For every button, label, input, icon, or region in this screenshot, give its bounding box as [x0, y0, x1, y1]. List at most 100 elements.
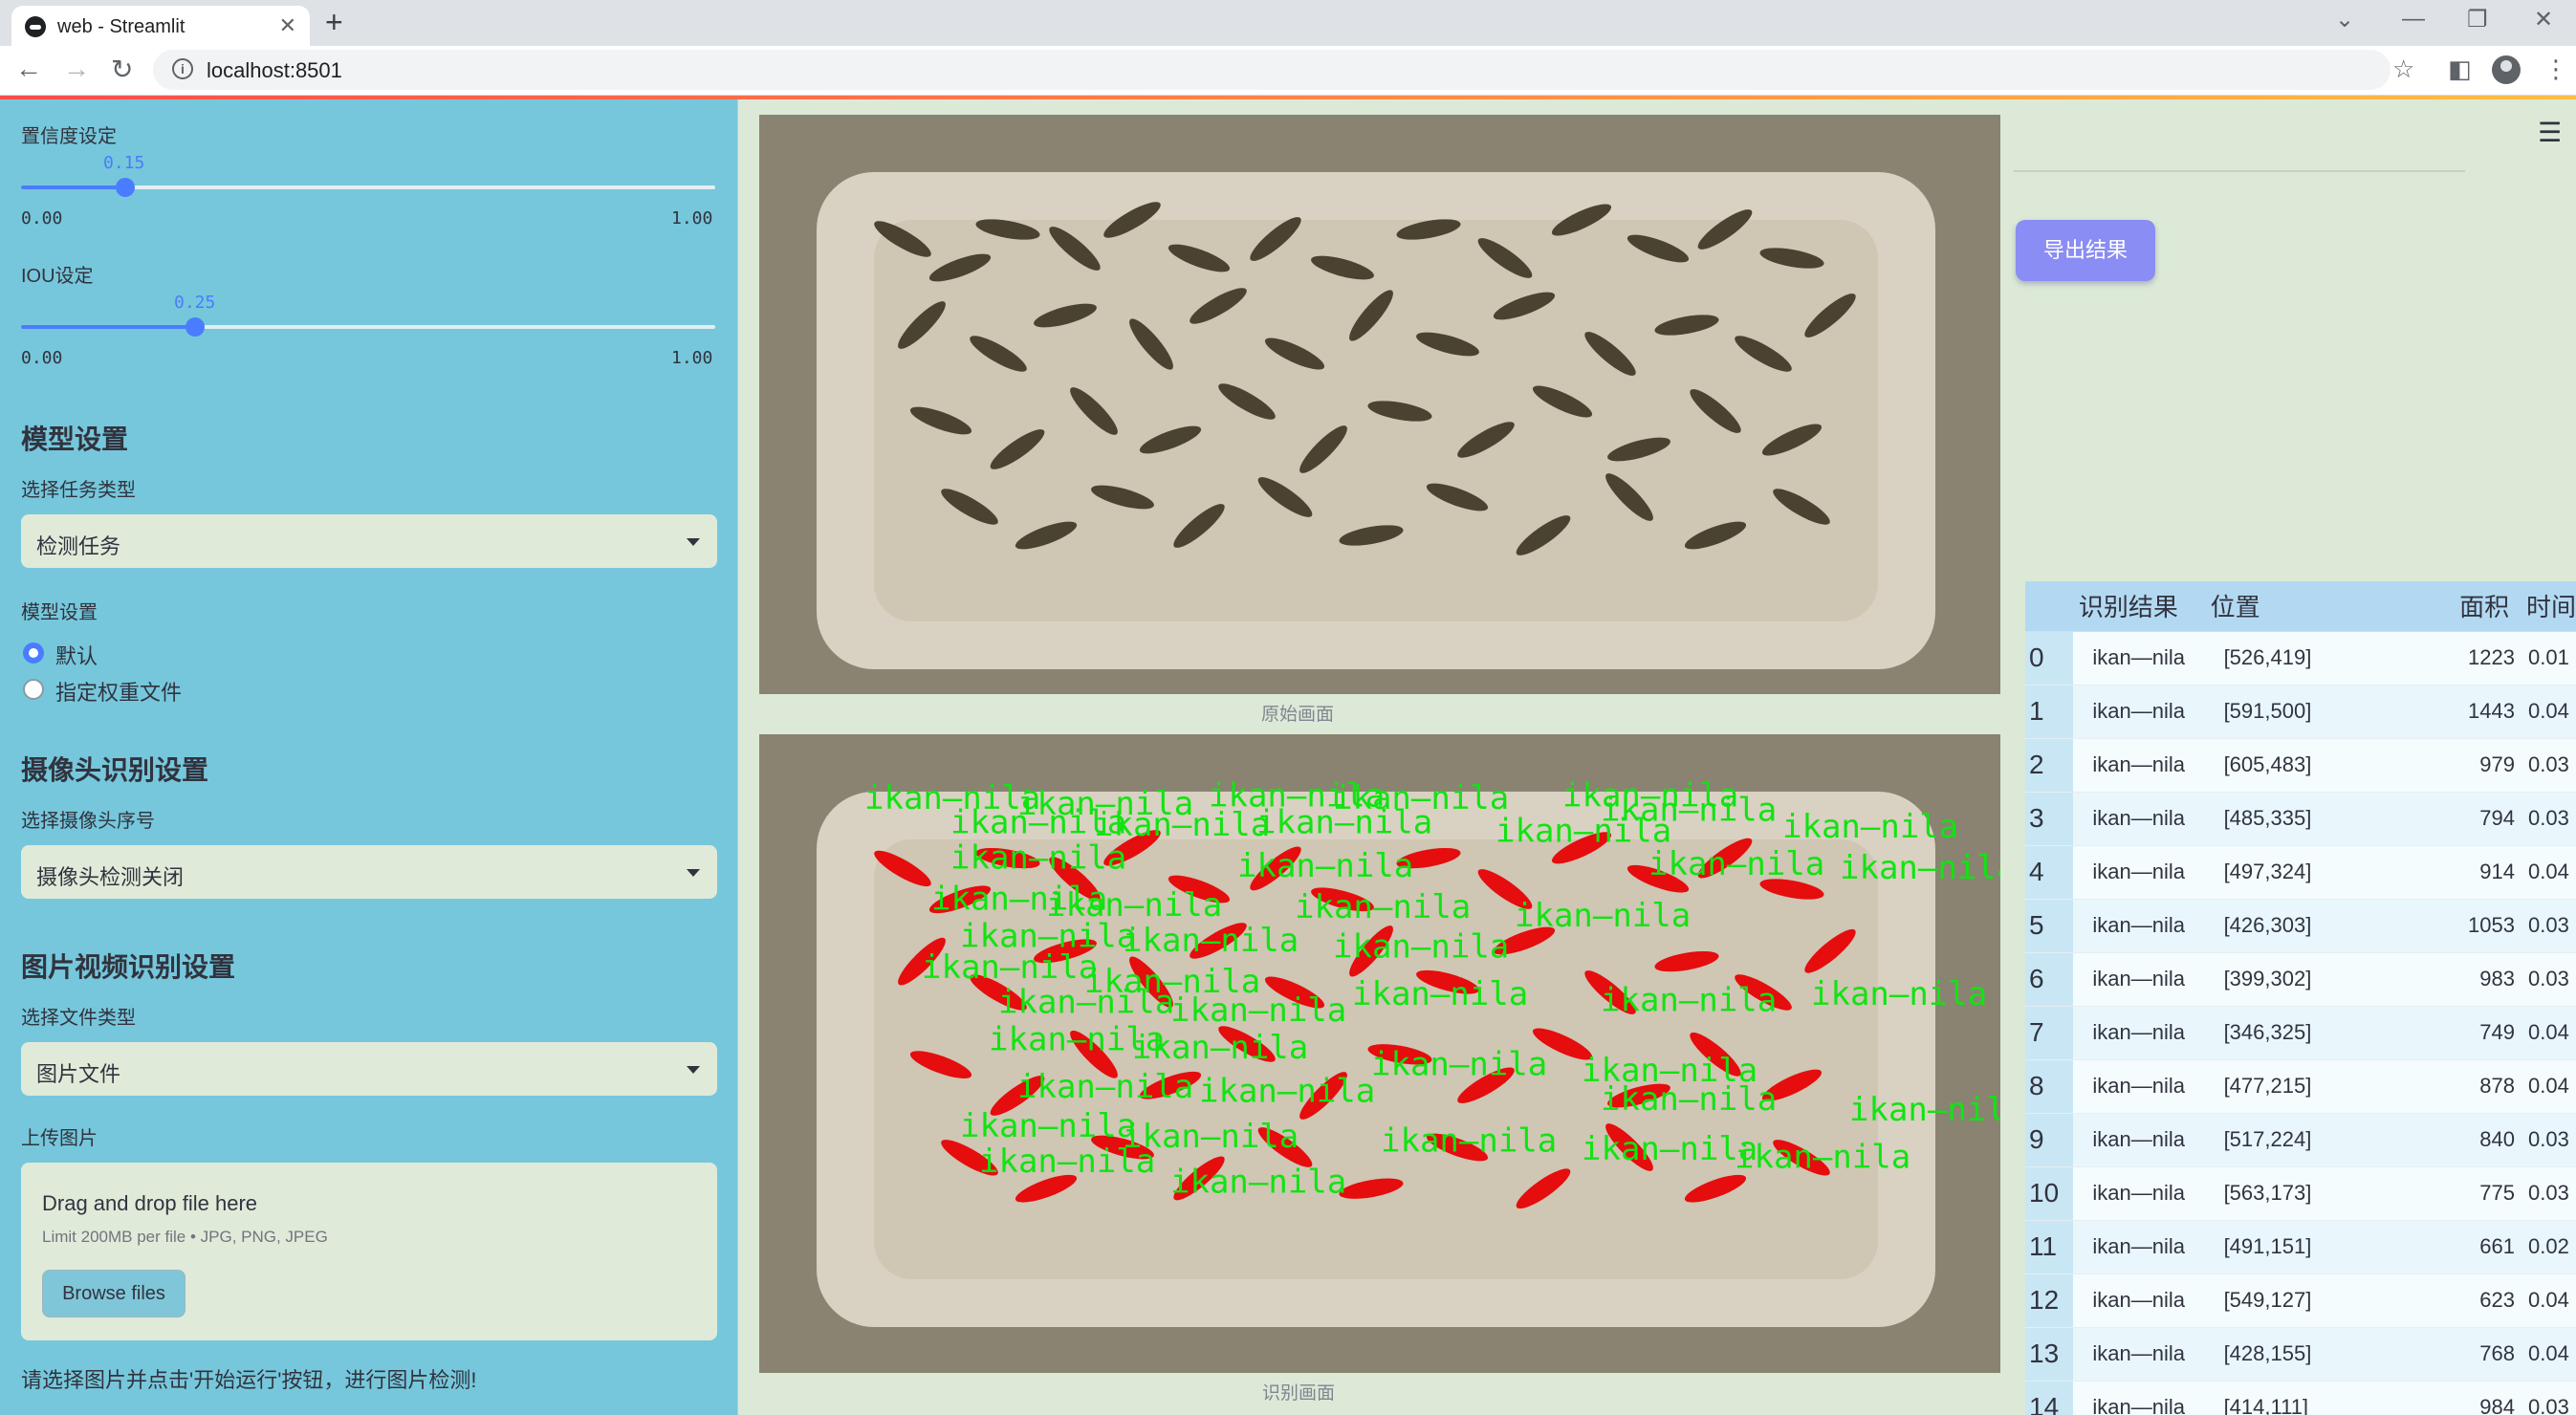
- export-results-button[interactable]: 导出结果: [2016, 220, 2155, 281]
- table-row[interactable]: 5 ikan—nila [426,303] 1053 0.03: [2025, 899, 2576, 953]
- detection-label: ikan—nila: [950, 838, 1126, 877]
- row-area: 914: [2454, 845, 2521, 900]
- radio-default[interactable]: [23, 642, 44, 664]
- confidence-slider-thumb[interactable]: [116, 178, 135, 197]
- restore-icon[interactable]: ❐: [2467, 6, 2488, 33]
- table-row[interactable]: 3 ikan—nila [485,335] 794 0.03: [2025, 792, 2576, 846]
- chevron-down-icon: [687, 869, 700, 877]
- row-time: 0.03: [2520, 1113, 2576, 1167]
- side-panel-icon[interactable]: ◧: [2448, 54, 2472, 84]
- window-close-icon[interactable]: ✕: [2534, 6, 2553, 33]
- row-time: 0.04: [2520, 1327, 2576, 1382]
- position-col-header[interactable]: 位置: [2204, 581, 2455, 632]
- area-col-header[interactable]: 面积: [2454, 581, 2521, 632]
- result-caption: 识别画面: [1262, 1383, 1336, 1404]
- main-area: 原始画面 ikan—nila ikan—nila ikan—nila ikan—nil…: [738, 99, 2576, 1415]
- detection-label: ikan—nila: [1371, 1045, 1547, 1083]
- row-class: ikan—nila: [2072, 1381, 2205, 1415]
- table-row[interactable]: 6 ikan—nila [399,302] 983 0.03: [2025, 952, 2576, 1007]
- new-tab-icon[interactable]: +: [325, 5, 343, 40]
- iou-value: 0.25: [174, 293, 216, 313]
- site-info-icon[interactable]: i: [172, 58, 193, 79]
- row-class: ikan—nila: [2072, 792, 2205, 846]
- camera-index-value: 摄像头检测关闭: [36, 865, 185, 889]
- table-row[interactable]: 8 ikan—nila [477,215] 878 0.04: [2025, 1059, 2576, 1114]
- table-row[interactable]: 0 ikan—nila [526,419] 1223 0.01: [2025, 631, 2576, 686]
- table-row[interactable]: 4 ikan—nila [497,324] 914 0.04: [2025, 845, 2576, 900]
- detection-label: ikan—nila: [1840, 849, 2000, 887]
- detection-label: ikan—nila: [1256, 804, 1432, 842]
- media-section-header: 图片视频识别设置: [21, 952, 236, 982]
- table-row[interactable]: 7 ikan—nila [346,325] 749 0.04: [2025, 1006, 2576, 1060]
- row-index: 7: [2025, 1006, 2073, 1060]
- browse-files-button[interactable]: Browse files: [42, 1270, 186, 1317]
- row-area: 983: [2454, 952, 2521, 1007]
- detection-label: ikan—nila: [1601, 1080, 1777, 1119]
- forward-arrow-icon[interactable]: →: [63, 54, 90, 84]
- iou-min: 0.00: [21, 348, 63, 368]
- instruction-text: 请选择图片并点击'开始运行'按钮，进行图片检测!: [21, 1368, 477, 1392]
- browser-tab[interactable]: web - Streamlit ✕: [11, 6, 310, 46]
- row-index: 4: [2025, 845, 2073, 900]
- radio-default-label: 默认: [55, 644, 98, 668]
- table-row[interactable]: 10 ikan—nila [563,173] 775 0.03: [2025, 1166, 2576, 1221]
- table-row[interactable]: 11 ikan—nila [491,151] 661 0.02: [2025, 1220, 2576, 1274]
- detection-label: ikan—nila: [1601, 981, 1777, 1019]
- browser-menu-icon[interactable]: ⋮: [2543, 54, 2568, 84]
- tab-close-icon[interactable]: ✕: [279, 13, 296, 38]
- results-table[interactable]: 识别结果 位置 面积 时间 0 ikan—nila [526,419] 1223 0.01 1 i…: [2025, 581, 2576, 1415]
- row-position: [485,335]: [2204, 792, 2455, 846]
- row-time: 0.03: [2520, 792, 2576, 846]
- iou-slider[interactable]: [21, 317, 715, 337]
- dropzone-title: Drag and drop file here: [42, 1191, 258, 1215]
- radio-custom-weights-label: 指定权重文件: [55, 681, 183, 705]
- original-caption: 原始画面: [1261, 705, 1335, 725]
- row-index: 13: [2025, 1327, 2073, 1382]
- address-bar[interactable]: i localhost:8501: [153, 50, 2390, 90]
- detection-label: ikan—nila: [998, 984, 1174, 1022]
- profile-avatar-icon[interactable]: [2492, 55, 2521, 84]
- table-row[interactable]: 2 ikan—nila [605,483] 979 0.03: [2025, 738, 2576, 793]
- time-col-header[interactable]: 时间: [2520, 581, 2576, 632]
- row-class: ikan—nila: [2072, 1006, 2205, 1060]
- row-class: ikan—nila: [2072, 952, 2205, 1007]
- row-index: 14: [2025, 1381, 2073, 1415]
- reload-icon[interactable]: ↻: [111, 54, 133, 85]
- index-col-header[interactable]: [2025, 581, 2073, 632]
- file-dropzone[interactable]: Drag and drop file here Limit 200MB per …: [21, 1163, 717, 1340]
- tab-list-chevron-icon[interactable]: ⌄: [2335, 6, 2354, 33]
- row-index: 6: [2025, 952, 2073, 1007]
- table-row[interactable]: 14 ikan—nila [414,111] 984 0.03: [2025, 1381, 2576, 1415]
- table-row[interactable]: 1 ikan—nila [591,500] 1443 0.04: [2025, 685, 2576, 739]
- table-row[interactable]: 12 ikan—nila [549,127] 623 0.04: [2025, 1274, 2576, 1328]
- detection-label: ikan—nila: [960, 1107, 1136, 1145]
- detection-label: ikan—nila: [1648, 845, 1824, 883]
- iou-slider-thumb[interactable]: [186, 317, 205, 337]
- row-area: 979: [2454, 738, 2521, 793]
- row-time: 0.04: [2520, 1059, 2576, 1114]
- class-col-header[interactable]: 识别结果: [2072, 581, 2205, 632]
- table-row[interactable]: 13 ikan—nila [428,155] 768 0.04: [2025, 1327, 2576, 1382]
- row-area: 794: [2454, 792, 2521, 846]
- hamburger-menu-icon[interactable]: ☰: [2538, 117, 2562, 148]
- row-position: [426,303]: [2204, 899, 2455, 953]
- row-position: [497,324]: [2204, 845, 2455, 900]
- task-type-select[interactable]: 检测任务: [21, 514, 717, 568]
- bookmark-star-icon[interactable]: ☆: [2392, 54, 2414, 84]
- row-area: 1053: [2454, 899, 2521, 953]
- row-position: [428,155]: [2204, 1327, 2455, 1382]
- task-type-value: 检测任务: [36, 534, 121, 558]
- row-position: [591,500]: [2204, 685, 2455, 739]
- radio-custom-weights[interactable]: [23, 679, 44, 700]
- back-arrow-icon[interactable]: ←: [15, 54, 42, 84]
- file-type-select[interactable]: 图片文件: [21, 1042, 717, 1096]
- table-row[interactable]: 9 ikan—nila [517,224] 840 0.03: [2025, 1113, 2576, 1167]
- camera-index-select[interactable]: 摄像头检测关闭: [21, 845, 717, 899]
- minimize-icon[interactable]: —: [2402, 6, 2425, 33]
- row-position: [491,151]: [2204, 1220, 2455, 1274]
- row-class: ikan—nila: [2072, 1059, 2205, 1114]
- row-area: 984: [2454, 1381, 2521, 1415]
- confidence-slider[interactable]: [21, 178, 715, 197]
- detection-label: ikan—nila: [1199, 1072, 1375, 1110]
- row-index: 10: [2025, 1166, 2073, 1221]
